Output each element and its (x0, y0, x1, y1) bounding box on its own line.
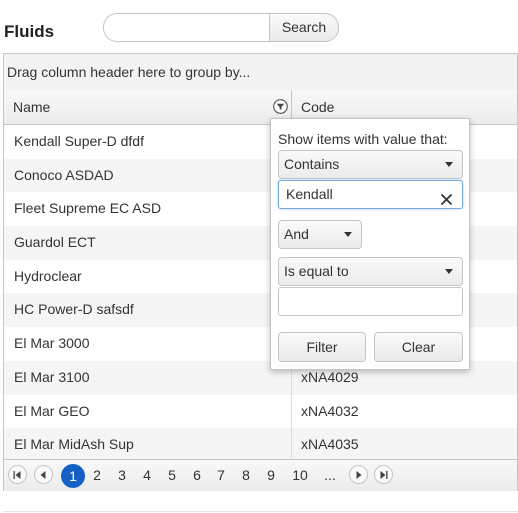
cell-name: Conoco ASDAD (4, 158, 292, 193)
filter-logic-value: And (284, 226, 309, 242)
prev-page-button[interactable] (34, 465, 53, 484)
table-row[interactable]: El Mar GEO xNA4032 (4, 394, 517, 429)
last-page-icon (380, 471, 388, 479)
next-page-icon (356, 471, 362, 479)
cell-name: Fleet Supreme EC ASD (4, 192, 292, 227)
page-number[interactable]: 5 (164, 465, 180, 486)
cell-name: El Mar GEO (4, 394, 292, 429)
filter-operator1-dropdown[interactable]: Contains (278, 150, 463, 179)
search-box: Search (103, 13, 339, 42)
dropdown-arrow-icon (445, 269, 453, 274)
page-number[interactable]: 9 (263, 465, 279, 486)
pager: 1 2 3 4 5 6 7 8 9 10 ... (4, 459, 517, 491)
page-number[interactable]: 2 (89, 465, 105, 486)
next-page-button[interactable] (349, 465, 368, 484)
cell-name: Hydroclear (4, 259, 292, 294)
filter-value1-input[interactable]: Kendall (278, 180, 463, 209)
clear-button[interactable]: Clear (374, 332, 463, 362)
cell-name: HC Power-D safsdf (4, 293, 292, 328)
cell-name: Guardol ECT (4, 226, 292, 260)
page-number[interactable]: 4 (139, 465, 155, 486)
cell-name: El Mar 3000 (4, 327, 292, 361)
first-page-icon (13, 471, 21, 479)
search-button[interactable]: Search (269, 13, 339, 42)
cell-code: xNA4035 (301, 436, 359, 453)
dropdown-arrow-icon (445, 162, 453, 167)
dropdown-arrow-icon (344, 232, 352, 237)
page-ellipsis[interactable]: ... (320, 465, 340, 486)
page-title: Fluids (4, 22, 55, 41)
cell-name: El Mar MidAsh Sup (4, 428, 292, 462)
page-number[interactable]: 6 (189, 465, 205, 486)
last-page-button[interactable] (374, 465, 393, 484)
filter-popup-label: Show items with value that: (278, 131, 448, 147)
column-header-name[interactable]: Name (4, 90, 292, 124)
group-by-panel[interactable]: Drag column header here to group by... (4, 54, 517, 91)
cell-code: xNA4032 (301, 402, 359, 419)
bottom-divider (3, 511, 518, 512)
cell-name: El Mar 3100 (4, 360, 292, 395)
first-page-button[interactable] (8, 465, 27, 484)
page-number[interactable]: 10 (289, 465, 311, 486)
page-number[interactable]: 8 (238, 465, 254, 486)
clear-text-icon[interactable] (440, 188, 453, 206)
search-input[interactable] (103, 13, 270, 42)
filter-popup: Show items with value that: Contains Ken… (270, 118, 470, 370)
filter-button[interactable]: Filter (278, 332, 366, 362)
filter-operator2-value: Is equal to (284, 263, 349, 279)
table-row[interactable]: El Mar MidAsh Sup xNA4035 (4, 428, 517, 462)
filter-operator1-value: Contains (284, 156, 340, 172)
column-header-name-label: Name (13, 99, 51, 115)
filter-operator2-dropdown[interactable]: Is equal to (278, 257, 463, 286)
filter-value1-text: Kendall (286, 186, 333, 202)
filter-value2-input[interactable] (278, 287, 463, 316)
filter-logic-dropdown[interactable]: And (278, 220, 362, 249)
page-number[interactable]: 3 (114, 465, 130, 486)
column-header-code-label: Code (301, 99, 335, 115)
page-number-current[interactable]: 1 (61, 464, 85, 488)
page-number[interactable]: 7 (213, 465, 229, 486)
filter-icon[interactable] (273, 99, 288, 114)
cell-name: Kendall Super-D dfdf (4, 125, 292, 159)
prev-page-icon (40, 471, 46, 479)
